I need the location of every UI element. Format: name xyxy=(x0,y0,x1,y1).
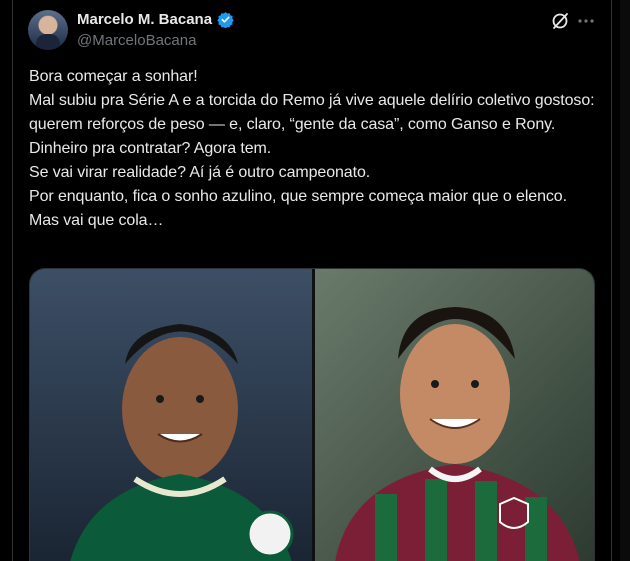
grok-icon[interactable] xyxy=(550,11,570,31)
more-options-icon[interactable] xyxy=(576,11,596,31)
author-handle[interactable]: @MarceloBacana xyxy=(77,32,196,49)
tweet-line: Dinheiro pra contratar? Agora tem. xyxy=(29,140,272,157)
tweet-text: Bora começar a sonhar! Mal subiu pra Sér… xyxy=(29,65,599,233)
media-collage xyxy=(30,269,594,561)
tweet-line: Se vai virar realidade? Aí já é outro ca… xyxy=(29,164,371,181)
tweet-line: Por enquanto, fica o sonho azulino, que … xyxy=(29,188,567,229)
verified-badge-icon xyxy=(217,12,234,28)
author-display-name[interactable]: Marcelo M. Bacana xyxy=(77,11,212,28)
avatar-suit xyxy=(36,34,60,50)
photo-divider xyxy=(312,269,315,561)
left-player-photo xyxy=(30,269,312,561)
tweet-line: Mal subiu pra Série A e a torcida do Rem… xyxy=(29,92,595,133)
author-name-row[interactable]: Marcelo M. Bacana xyxy=(77,11,234,28)
right-player-photo xyxy=(315,269,594,561)
author-avatar[interactable] xyxy=(28,10,68,50)
tweet-line: Bora começar a sonhar! xyxy=(29,68,198,85)
tweet-media[interactable] xyxy=(29,268,595,561)
scroll-gutter xyxy=(620,0,630,561)
